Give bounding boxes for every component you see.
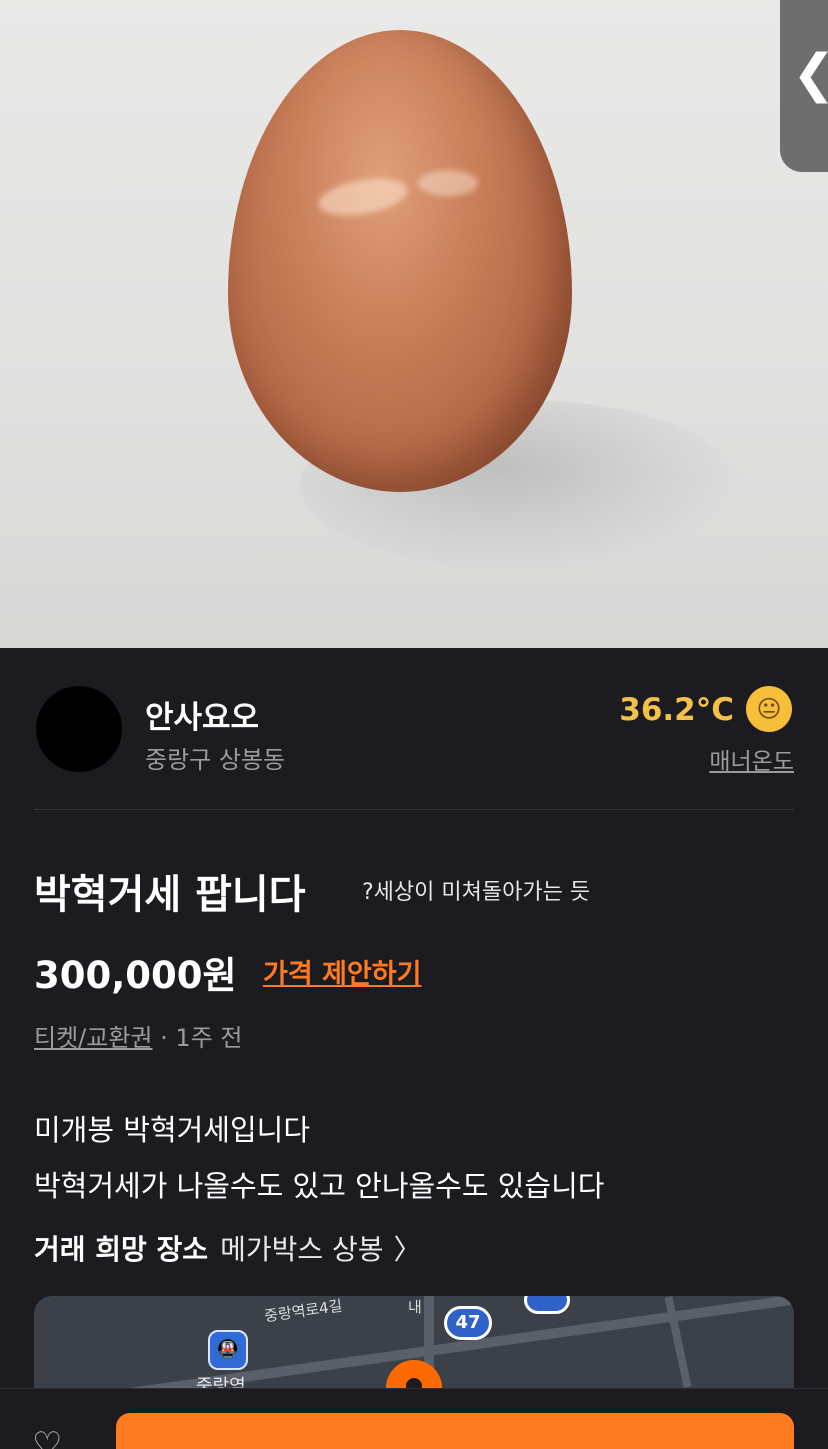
category-link[interactable]: 티켓/교환권: [34, 1024, 153, 1052]
post-time: · 1주 전: [152, 1024, 243, 1052]
manner-temperature-link[interactable]: 매너온도: [709, 742, 794, 776]
map-road-label: 내: [408, 1298, 422, 1316]
egg-highlight: [315, 172, 411, 222]
meeting-place-row[interactable]: 거래 희망 장소 메가박스 상봉 〉: [34, 1228, 422, 1268]
egg-highlight-2: [418, 170, 478, 196]
post-title: 박혁거세 팝니다: [34, 872, 306, 918]
price-offer-link[interactable]: 가격 제안하기: [263, 952, 421, 991]
chat-button[interactable]: [116, 1413, 794, 1449]
egg-image: [228, 30, 572, 492]
description-line: 박혁거세가 나올수도 있고 안나올수도 있습니다: [34, 1169, 605, 1203]
manner-temperature: 36.2°C: [619, 692, 734, 728]
route-badge: 47: [444, 1306, 492, 1340]
subway-station-icon: 🚇: [208, 1330, 248, 1370]
seller-profile[interactable]: 안사요오 중랑구 상봉동 36.2°C 😐 매너온도: [0, 648, 828, 808]
bottom-action-bar: ♡: [0, 1388, 828, 1449]
station-name: 중랑역: [196, 1376, 246, 1388]
meeting-place-value: 메가박스 상봉: [220, 1233, 384, 1266]
side-back-tab[interactable]: ❮: [780, 0, 828, 172]
post-subnote: ?세상이 미쳐돌아가는 듯: [362, 880, 591, 905]
chevron-right-icon: 〉: [393, 1233, 422, 1266]
chevron-left-icon: ❮: [792, 44, 828, 104]
post-meta: 티켓/교환권 · 1주 전: [34, 1018, 242, 1053]
face-icon: 😐: [746, 686, 792, 732]
map-road-label: 중랑역로4길: [263, 1296, 344, 1326]
post-description: 미개봉 박혁거세입니다 박혁거세가 나올수도 있고 안나올수도 있습니다: [34, 1102, 604, 1214]
post-price: 300,000원: [34, 954, 237, 997]
heart-icon[interactable]: ♡: [32, 1425, 62, 1449]
product-photo[interactable]: ❮: [0, 0, 828, 648]
route-badge: [524, 1296, 570, 1314]
seller-name: 안사요오: [145, 700, 260, 736]
avatar[interactable]: [36, 686, 122, 772]
divider: [34, 809, 794, 810]
description-line: 미개봉 박혁거세입니다: [34, 1113, 311, 1147]
seller-location: 중랑구 상봉동: [145, 746, 286, 774]
meeting-place-label: 거래 희망 장소: [34, 1233, 209, 1266]
meeting-place-map[interactable]: 중랑역로4길 내 47 🚇 중랑역: [34, 1296, 794, 1388]
